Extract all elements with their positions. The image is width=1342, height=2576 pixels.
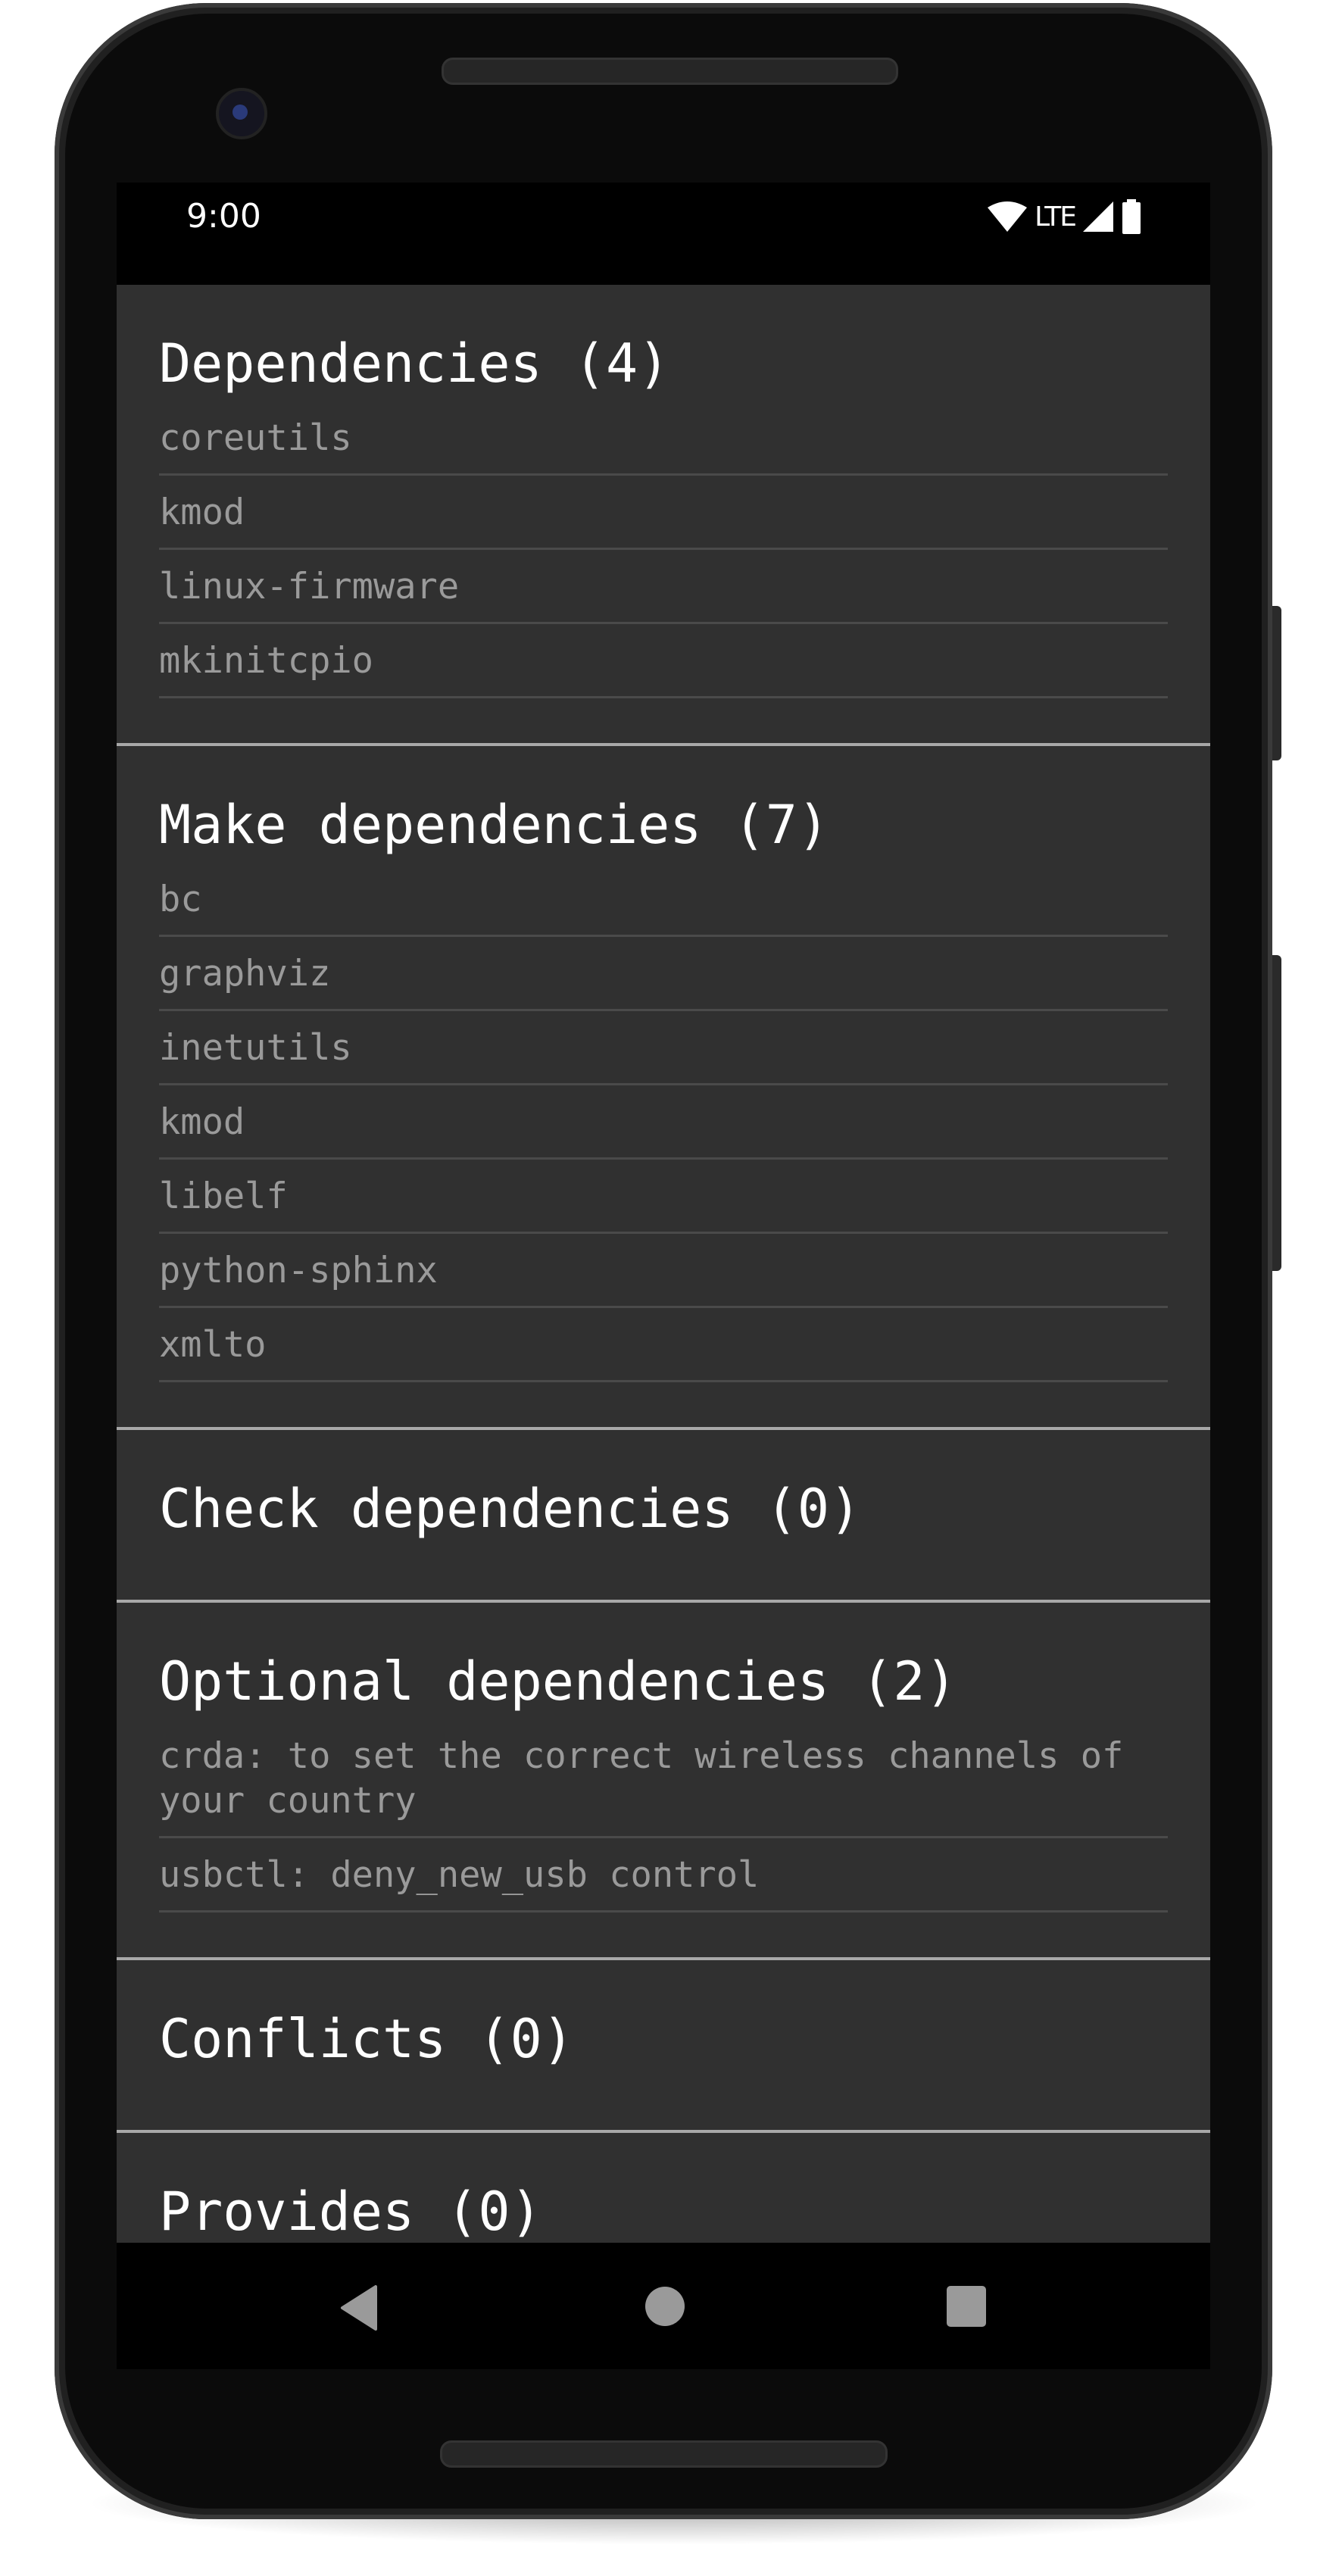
list-item[interactable]: usbctl: deny_new_usb control bbox=[159, 1838, 1168, 1912]
section-title: Conflicts (0) bbox=[159, 2008, 574, 2070]
speaker-grille bbox=[440, 2440, 888, 2468]
section-title: Provides (0) bbox=[159, 2181, 542, 2243]
status-time: 9:00 bbox=[186, 197, 261, 236]
list-item[interactable]: xmlto bbox=[159, 1308, 1168, 1382]
list-item[interactable]: linux-firmware bbox=[159, 550, 1168, 624]
front-camera bbox=[216, 88, 267, 139]
status-bar: 9:00 LTE bbox=[117, 183, 1210, 285]
earpiece-grille bbox=[442, 58, 898, 85]
section-optional-dependencies: Optional dependencies (2) crda: to set t… bbox=[117, 1603, 1210, 1960]
section-title: Dependencies (4) bbox=[159, 333, 670, 395]
network-type: LTE bbox=[1035, 201, 1077, 233]
section-provides: Provides (0) bbox=[117, 2133, 1210, 2243]
section-check-dependencies: Check dependencies (0) bbox=[117, 1430, 1210, 1603]
list-item[interactable]: inetutils bbox=[159, 1011, 1168, 1085]
list-item[interactable]: bc bbox=[159, 863, 1168, 937]
back-button[interactable] bbox=[339, 2285, 379, 2331]
section-title: Make dependencies (7) bbox=[159, 794, 830, 856]
screen: 9:00 LTE Dependencies (4) coreutils kmod… bbox=[117, 183, 1210, 2369]
list-item[interactable]: python-sphinx bbox=[159, 1234, 1168, 1308]
navigation-bar bbox=[117, 2243, 1210, 2369]
status-icons: LTE bbox=[986, 198, 1142, 236]
section-make-dependencies: Make dependencies (7) bc graphviz inetut… bbox=[117, 746, 1210, 1430]
wifi-icon bbox=[988, 201, 1028, 232]
list-item[interactable]: crda: to set the correct wireless channe… bbox=[159, 1719, 1168, 1838]
volume-button bbox=[1272, 955, 1281, 1271]
home-button[interactable] bbox=[644, 2285, 686, 2328]
list-item[interactable]: libelf bbox=[159, 1160, 1168, 1234]
section-dependencies: Dependencies (4) coreutils kmod linux-fi… bbox=[117, 285, 1210, 746]
recents-button[interactable] bbox=[946, 2285, 987, 2328]
list-item[interactable]: coreutils bbox=[159, 401, 1168, 476]
list-item[interactable]: kmod bbox=[159, 476, 1168, 550]
section-conflicts: Conflicts (0) bbox=[117, 1960, 1210, 2133]
dependency-list[interactable]: Dependencies (4) coreutils kmod linux-fi… bbox=[117, 285, 1210, 2243]
power-button bbox=[1272, 606, 1281, 760]
list-item[interactable]: graphviz bbox=[159, 937, 1168, 1011]
section-title: Optional dependencies (2) bbox=[159, 1650, 957, 1713]
list-item[interactable]: mkinitcpio bbox=[159, 624, 1168, 698]
signal-icon bbox=[1083, 201, 1113, 232]
section-title: Check dependencies (0) bbox=[159, 1478, 862, 1540]
battery-icon bbox=[1122, 199, 1141, 234]
list-item[interactable]: kmod bbox=[159, 1085, 1168, 1160]
